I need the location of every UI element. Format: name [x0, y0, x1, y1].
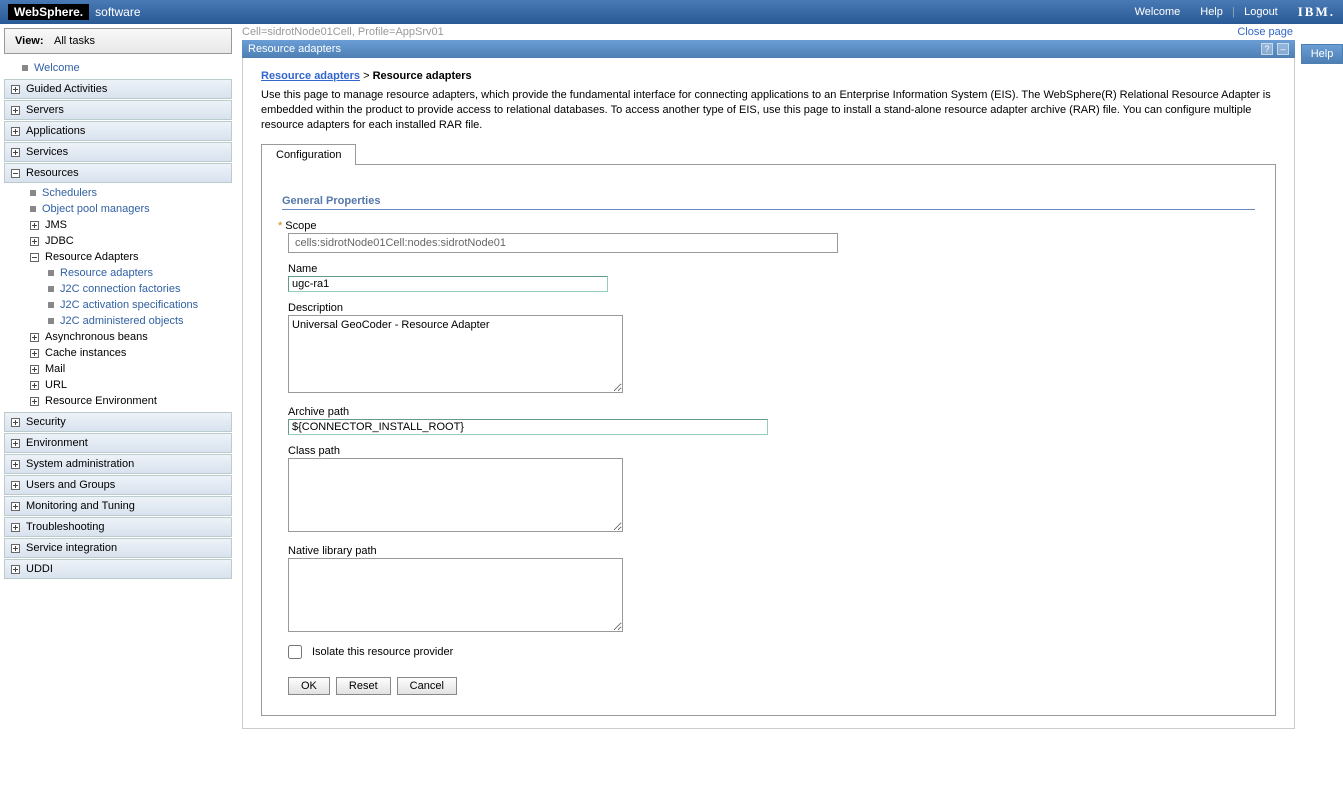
native-library-path-label: Native library path — [288, 545, 1255, 557]
tab-configuration[interactable]: Configuration — [261, 144, 356, 165]
collapse-icon — [30, 253, 39, 262]
scope-value: cells:sidrotNode01Cell:nodes:sidrotNode0… — [288, 233, 838, 253]
class-path-textarea[interactable] — [288, 458, 623, 532]
breadcrumb-current: Resource adapters — [373, 70, 472, 82]
navigation-sidebar: View: All tasks Welcome Guided Activitie… — [0, 24, 236, 729]
ibm-logo: IBM. — [1298, 4, 1335, 20]
nav-troubleshooting[interactable]: Troubleshooting — [4, 517, 232, 537]
websphere-subtitle: software — [95, 5, 140, 19]
expand-icon — [30, 397, 39, 406]
page-description: Use this page to manage resource adapter… — [261, 88, 1276, 133]
nav-j2c-activation-specs[interactable]: J2C activation specifications — [40, 297, 232, 313]
expand-icon — [11, 460, 20, 469]
nav-uddi[interactable]: UDDI — [4, 559, 232, 579]
nav-applications[interactable]: Applications — [4, 121, 232, 141]
name-label: Name — [288, 263, 1255, 275]
help-side-tab[interactable]: Help — [1301, 44, 1343, 64]
collapse-icon — [11, 169, 20, 178]
expand-icon — [11, 565, 20, 574]
nav-users-groups[interactable]: Users and Groups — [4, 475, 232, 495]
description-textarea[interactable]: Universal GeoCoder - Resource Adapter — [288, 315, 623, 393]
expand-icon — [30, 365, 39, 374]
nav-welcome[interactable]: Welcome — [4, 58, 232, 78]
expand-icon — [11, 106, 20, 115]
nav-j2c-administered-objects[interactable]: J2C administered objects — [40, 313, 232, 329]
expand-icon — [30, 381, 39, 390]
nav-services[interactable]: Services — [4, 142, 232, 162]
reset-button[interactable]: Reset — [336, 677, 391, 695]
nav-resources[interactable]: Resources — [4, 163, 232, 183]
close-page-link[interactable]: Close page — [1229, 24, 1301, 40]
top-banner: WebSphere. software Welcome Help | Logou… — [0, 0, 1343, 24]
help-link[interactable]: Help — [1200, 6, 1223, 18]
expand-icon — [30, 237, 39, 246]
nav-resource-environment[interactable]: Resource Environment — [22, 393, 232, 409]
nav-j2c-connection-factories[interactable]: J2C connection factories — [40, 281, 232, 297]
nav-resource-adapters-link[interactable]: Resource adapters — [40, 265, 232, 281]
nav-guided-activities[interactable]: Guided Activities — [4, 79, 232, 99]
view-value: All tasks — [54, 35, 95, 47]
expand-icon — [11, 127, 20, 136]
websphere-logo: WebSphere. — [8, 4, 89, 20]
expand-icon — [11, 148, 20, 157]
expand-icon — [11, 502, 20, 511]
breadcrumb-resource-adapters[interactable]: Resource adapters — [261, 70, 360, 82]
breadcrumb: Resource adapters > Resource adapters — [261, 70, 1276, 82]
nav-schedulers[interactable]: Schedulers — [22, 185, 232, 201]
nav-resource-adapters[interactable]: Resource Adapters — [22, 249, 232, 265]
nav-url[interactable]: URL — [22, 377, 232, 393]
expand-icon — [11, 418, 20, 427]
expand-icon — [11, 481, 20, 490]
expand-icon — [30, 333, 39, 342]
isolate-label: Isolate this resource provider — [312, 646, 453, 658]
nav-async-beans[interactable]: Asynchronous beans — [22, 329, 232, 345]
cancel-button[interactable]: Cancel — [397, 677, 457, 695]
panel-help-icon[interactable]: ? — [1261, 43, 1273, 55]
nav-service-integration[interactable]: Service integration — [4, 538, 232, 558]
nav-jms[interactable]: JMS — [22, 217, 232, 233]
nav-security[interactable]: Security — [4, 412, 232, 432]
archive-path-input[interactable] — [288, 419, 768, 435]
nav-cache-instances[interactable]: Cache instances — [22, 345, 232, 361]
nav-object-pool-managers[interactable]: Object pool managers — [22, 201, 232, 217]
archive-path-label: Archive path — [288, 406, 1255, 418]
expand-icon — [30, 349, 39, 358]
welcome-link[interactable]: Welcome — [1135, 6, 1181, 18]
nav-environment[interactable]: Environment — [4, 433, 232, 453]
view-label: View: — [15, 35, 44, 47]
description-label: Description — [288, 302, 1255, 314]
scope-label: *Scope — [288, 220, 1255, 232]
view-selector[interactable]: View: All tasks — [4, 28, 232, 54]
expand-icon — [11, 85, 20, 94]
nav-mail[interactable]: Mail — [22, 361, 232, 377]
nav-servers[interactable]: Servers — [4, 100, 232, 120]
panel-minimize-icon[interactable]: – — [1277, 43, 1289, 55]
nav-jdbc[interactable]: JDBC — [22, 233, 232, 249]
expand-icon — [11, 523, 20, 532]
panel-title-text: Resource adapters — [248, 43, 341, 55]
cell-profile-info: Cell=sidrotNode01Cell, Profile=AppSrv01 — [236, 24, 1301, 40]
expand-icon — [11, 544, 20, 553]
configuration-panel: General Properties *Scope cells:sidrotNo… — [261, 164, 1276, 716]
name-input[interactable] — [288, 276, 608, 292]
general-properties-header: General Properties — [282, 195, 1255, 210]
class-path-label: Class path — [288, 445, 1255, 457]
nav-monitoring-tuning[interactable]: Monitoring and Tuning — [4, 496, 232, 516]
isolate-checkbox[interactable] — [288, 645, 302, 659]
expand-icon — [11, 439, 20, 448]
expand-icon — [30, 221, 39, 230]
ok-button[interactable]: OK — [288, 677, 330, 695]
panel-title-bar: Resource adapters ? – — [242, 40, 1295, 58]
native-library-path-textarea[interactable] — [288, 558, 623, 632]
logout-link[interactable]: Logout — [1244, 6, 1278, 18]
nav-system-administration[interactable]: System administration — [4, 454, 232, 474]
